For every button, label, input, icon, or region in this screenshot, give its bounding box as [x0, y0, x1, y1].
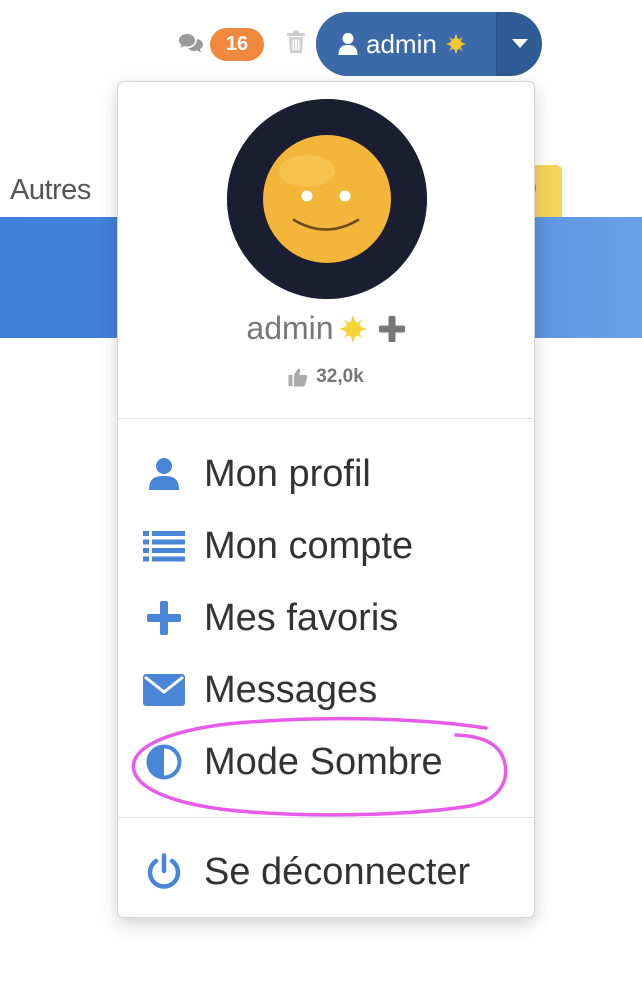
menu-item-mes-favoris[interactable]: Mes favoris — [118, 586, 534, 650]
likes-count: 32,0k — [118, 366, 534, 388]
sun-icon — [445, 33, 467, 55]
message-count-badge[interactable]: 16 — [210, 28, 264, 61]
likes-count-text: 32,0k — [316, 366, 364, 387]
user-icon — [149, 458, 179, 490]
plus-icon — [147, 601, 181, 635]
user-menu-toggle[interactable] — [496, 12, 542, 76]
menu-item-label: Mes favoris — [204, 596, 399, 639]
menu-item-mode-sombre[interactable]: Mode Sombre — [118, 730, 534, 794]
profile-name[interactable]: admin — [118, 310, 534, 347]
envelope-icon — [143, 674, 185, 706]
profile-name-text[interactable]: admin — [246, 310, 333, 347]
menu-item-messages[interactable]: Messages — [118, 658, 534, 722]
user-icon — [338, 33, 358, 55]
menu-item-mon-profil[interactable]: Mon profil — [118, 442, 534, 506]
sun-icon — [338, 314, 367, 343]
trash-icon[interactable] — [286, 30, 306, 54]
plus-icon[interactable] — [378, 315, 406, 343]
user-menu-label: admin — [366, 28, 437, 59]
menu-item-mon-compte[interactable]: Mon compte — [118, 514, 534, 578]
menu-item-label: Mon profil — [204, 452, 371, 495]
divider — [118, 418, 534, 419]
smiley-avatar — [227, 99, 427, 299]
comments-icon[interactable] — [178, 33, 204, 55]
menu-item-se-deconnecter[interactable]: Se déconnecter — [118, 840, 534, 904]
caret-down-icon — [511, 39, 528, 48]
menu-item-label: Mode Sombre — [204, 740, 443, 783]
nav-link-autres[interactable]: Autres — [10, 174, 91, 207]
thumbs-up-icon — [288, 368, 308, 387]
menu-item-label: Se déconnecter — [204, 850, 471, 893]
menu-item-label: Mon compte — [204, 524, 414, 567]
user-menu-main[interactable]: admin — [316, 12, 496, 76]
power-icon — [147, 853, 181, 889]
user-dropdown-menu: admin 32,0k Mon profil Mon compte Mes fa… — [117, 81, 535, 918]
divider — [118, 817, 534, 818]
user-menu-button[interactable]: admin — [316, 12, 542, 76]
contrast-icon — [146, 744, 182, 780]
menu-item-label: Messages — [204, 668, 378, 711]
list-icon — [143, 531, 185, 562]
